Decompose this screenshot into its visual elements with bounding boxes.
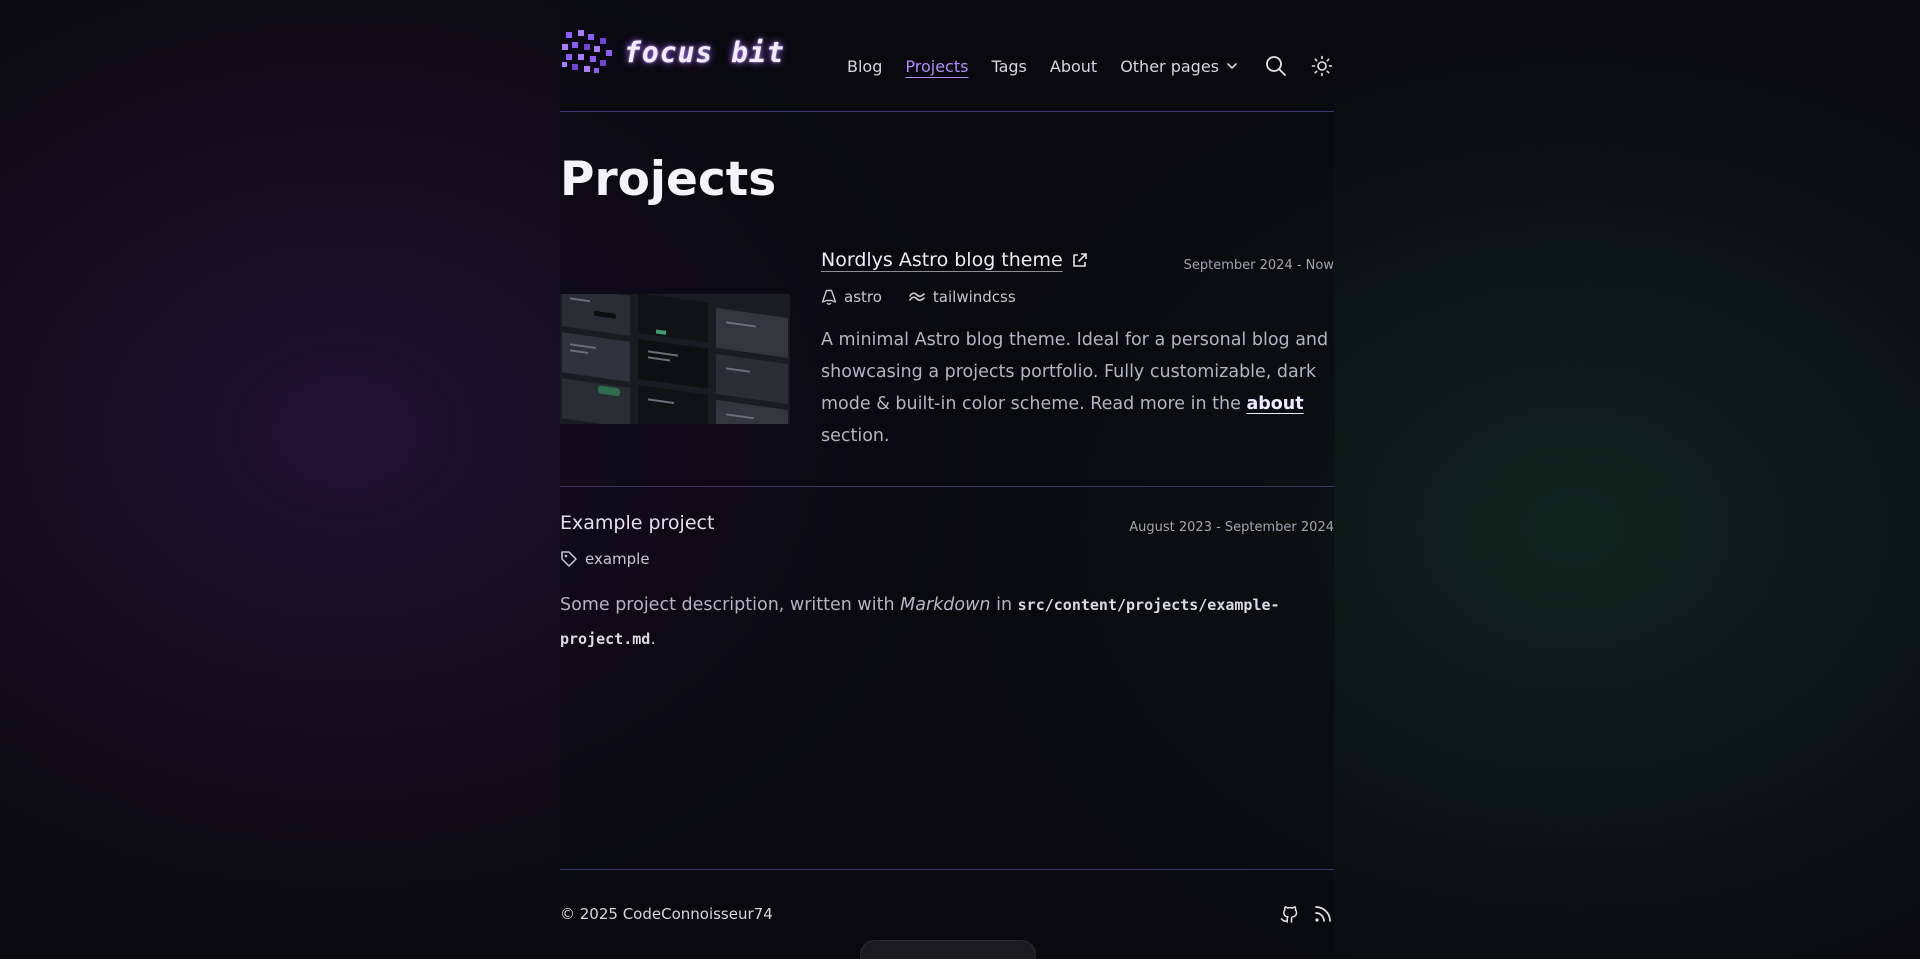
project-title: Example project [560, 512, 715, 534]
nav-dropdown-label: Other pages [1120, 56, 1219, 76]
description-end: . [650, 629, 656, 649]
nav-item-blog[interactable]: Blog [847, 57, 882, 76]
tag-label: example [585, 550, 650, 568]
project-thumbnail-image [560, 294, 790, 424]
description-emphasis: Markdown [900, 595, 991, 615]
rss-link[interactable] [1312, 903, 1334, 925]
code-path: src/content/projects/example- [1017, 596, 1280, 614]
astro-icon [821, 289, 837, 305]
theme-toggle-button[interactable] [1310, 54, 1334, 78]
tag-tailwindcss[interactable]: tailwindcss [908, 288, 1016, 306]
project-title-link[interactable]: Nordlys Astro blog theme [821, 249, 1088, 271]
nav-item-tags[interactable]: Tags [991, 57, 1026, 76]
code-path: project.md [560, 630, 651, 648]
header-divider [560, 111, 1334, 112]
project-divider [560, 486, 1334, 487]
project-description: Some project description, written with M… [560, 588, 1334, 656]
project-date: September 2024 - Now [1183, 258, 1334, 273]
github-icon [1280, 906, 1298, 923]
search-icon [1266, 56, 1286, 76]
rss-icon [1315, 906, 1331, 922]
page-container: focus bit Blog Projects Tags About Other… [560, 0, 1334, 959]
project-tags: example [560, 550, 676, 568]
tag-icon [561, 551, 577, 567]
description-text: Some project description, written with [560, 595, 895, 615]
project-title: Nordlys Astro blog theme [821, 249, 1063, 271]
page-title: Projects [560, 152, 777, 207]
github-link[interactable] [1278, 903, 1300, 925]
project-description-end: section. [821, 426, 890, 446]
chevron-down-icon [1227, 63, 1237, 69]
about-link[interactable]: about [1246, 394, 1303, 414]
copyright: © 2025 CodeConnoisseur74 [560, 905, 773, 923]
tag-label: astro [844, 288, 882, 306]
project-tags: astro tailwindcss [821, 288, 1042, 306]
nav-dropdown-other-pages[interactable]: Other pages [1120, 57, 1238, 76]
footer-divider [560, 869, 1334, 870]
brand-name: focus bit [624, 35, 785, 69]
site-header: focus bit Blog Projects Tags About Other… [560, 28, 1334, 88]
tag-example[interactable]: example [560, 550, 650, 568]
description-text: in [996, 595, 1013, 615]
sun-icon [1311, 55, 1333, 77]
search-button[interactable] [1264, 54, 1288, 78]
project-date: August 2023 - September 2024 [1129, 520, 1334, 535]
nav-item-about[interactable]: About [1050, 57, 1097, 76]
tag-label: tailwindcss [932, 288, 1016, 306]
tailwindcss-icon [909, 292, 925, 302]
footer-links [1266, 903, 1334, 925]
site-logo[interactable]: focus bit [560, 28, 785, 76]
project-description: A minimal Astro blog theme. Ideal for a … [821, 324, 1334, 452]
tag-astro[interactable]: astro [821, 288, 882, 306]
logo-icon [562, 30, 612, 73]
floating-toolbar[interactable] [860, 940, 1036, 959]
nav-item-projects[interactable]: Projects [905, 57, 968, 76]
external-link-icon [1072, 252, 1087, 267]
project-thumbnail[interactable] [560, 294, 790, 424]
main-nav: Blog Projects Tags About Other pages [824, 54, 1334, 78]
